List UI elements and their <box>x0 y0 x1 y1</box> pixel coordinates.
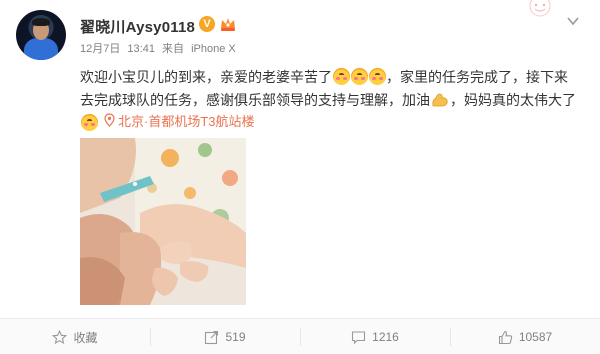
favorite-button[interactable]: 收藏 <box>0 319 150 354</box>
post-meta: 12月7日 13:41 来自 iPhone X <box>80 40 240 56</box>
post-time[interactable]: 13:41 <box>127 43 155 55</box>
star-icon <box>52 329 68 344</box>
verified-badge-icon: V <box>199 16 215 32</box>
flexed-arm-emoji-icon <box>432 93 448 107</box>
comment-button[interactable]: 1216 <box>300 319 450 354</box>
favorite-label: 收藏 <box>73 330 98 345</box>
comment-count: 1216 <box>372 330 399 344</box>
repost-icon <box>205 330 219 344</box>
chevron-down-icon[interactable] <box>566 14 580 28</box>
post-photo[interactable] <box>80 138 246 305</box>
content-text: 去完成球队的任务，感谢俱乐部领导的支持与理解，加油 <box>80 92 430 108</box>
watermark-icon <box>529 0 551 17</box>
location-link[interactable]: 北京·首都机场T3航站楼 <box>118 111 255 130</box>
action-bar: 收藏 519 1216 10587 <box>0 318 600 354</box>
user-name[interactable]: 翟晓川Aysy0118 <box>80 16 195 37</box>
post-source[interactable]: iPhone X <box>191 43 236 55</box>
content-text: ，妈妈真的太伟大了 <box>450 92 576 108</box>
content-line-1: 欢迎小宝贝儿的到来，亲爱的老婆辛苦了 ，家里的任务完成了，接下来 <box>80 66 585 89</box>
source-prefix: 来自 <box>162 43 185 55</box>
blush-emoji-icon <box>80 114 98 131</box>
like-count: 10587 <box>518 330 553 344</box>
weibo-post: 翟晓川Aysy0118 V 12月7日 13:41 来自 iPhone X 欢迎… <box>0 0 600 354</box>
comment-icon <box>352 330 366 344</box>
member-crown-icon[interactable] <box>219 15 237 32</box>
blush-emoji-icon <box>332 68 350 85</box>
newborn-hand-photo <box>80 138 246 305</box>
repost-count: 519 <box>225 330 246 344</box>
blush-emoji-icon <box>368 68 386 85</box>
content-text: 欢迎小宝贝儿的到来，亲爱的老婆辛苦了 <box>80 69 332 85</box>
post-date[interactable]: 12月7日 <box>80 43 120 55</box>
content-line-2: 去完成球队的任务，感谢俱乐部领导的支持与理解，加油 ，妈妈真的太伟大了 <box>80 89 585 112</box>
repost-button[interactable]: 519 <box>150 319 300 354</box>
blush-emoji-icon <box>350 68 368 85</box>
content-text: ，家里的任务完成了，接下来 <box>386 69 568 85</box>
like-button[interactable]: 10587 <box>450 319 600 354</box>
thumbs-up-icon <box>498 330 512 344</box>
avatar[interactable] <box>16 10 66 60</box>
location-pin-icon <box>104 113 115 127</box>
